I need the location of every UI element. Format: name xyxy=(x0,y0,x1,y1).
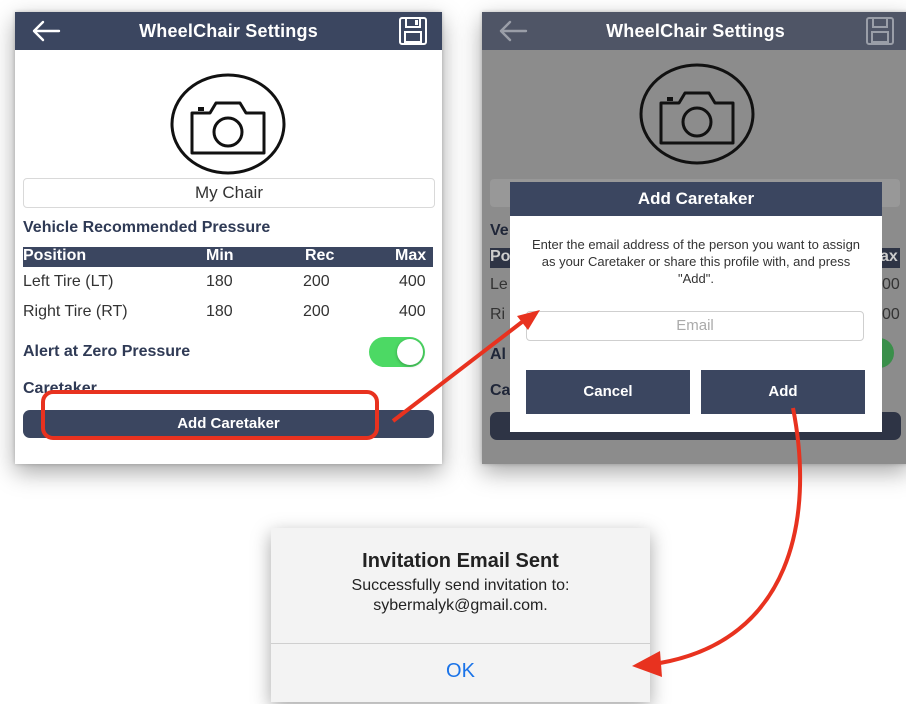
row-max: 400 xyxy=(399,273,426,290)
settings-screen-with-dialog: WheelChair Settings Ve Po ax Le 00 Ri 00… xyxy=(482,12,906,464)
table-row: Right Tire (RT) 180 200 400 xyxy=(23,303,433,325)
save-icon[interactable] xyxy=(398,16,428,46)
chair-name-input[interactable]: My Chair xyxy=(23,178,435,208)
partial-label: ax xyxy=(880,248,898,265)
alert-message-line2: sybermalyk@gmail.com. xyxy=(373,597,548,614)
row-position: Left Tire (LT) xyxy=(23,273,114,290)
row-min: 180 xyxy=(206,303,233,320)
alert-zero-pressure-label: Alert at Zero Pressure xyxy=(23,343,191,360)
page-title: WheelChair Settings xyxy=(606,21,785,41)
row-rec: 200 xyxy=(303,273,330,290)
col-min: Min xyxy=(206,247,234,264)
save-icon[interactable] xyxy=(865,16,895,46)
add-button[interactable]: Add xyxy=(701,370,865,414)
navbar: WheelChair Settings xyxy=(15,12,442,50)
email-input[interactable]: Email xyxy=(526,311,864,341)
row-position: Right Tire (RT) xyxy=(23,303,128,320)
pressure-section-title: Vehicle Recommended Pressure xyxy=(23,219,271,236)
ok-button[interactable]: OK xyxy=(271,660,650,683)
partial-label: Ve xyxy=(490,222,509,239)
alert-message-line1: Successfully send invitation to: xyxy=(351,577,570,594)
row-max: 400 xyxy=(399,303,426,320)
partial-label: Ca xyxy=(490,382,511,399)
partial-label: Al xyxy=(490,346,506,363)
table-row: Left Tire (LT) 180 200 400 xyxy=(23,273,433,295)
toggle-knob xyxy=(397,339,423,365)
invitation-sent-alert: Invitation Email Sent Successfully send … xyxy=(271,528,650,702)
row-min: 180 xyxy=(206,273,233,290)
add-caretaker-dialog: Add Caretaker Enter the email address of… xyxy=(510,182,882,432)
alert-title: Invitation Email Sent xyxy=(362,550,559,572)
page-title: WheelChair Settings xyxy=(139,21,318,41)
partial-label: Po xyxy=(490,248,511,265)
col-rec: Rec xyxy=(305,247,335,264)
alert-zero-pressure-toggle[interactable] xyxy=(369,337,425,367)
dialog-message: Enter the email address of the person yo… xyxy=(531,237,861,286)
pressure-table-header: Position Min Rec Max xyxy=(23,247,433,267)
divider xyxy=(271,643,650,644)
partial-label: Le xyxy=(490,276,508,293)
partial-label: 00 xyxy=(882,276,900,293)
partial-label: Ri xyxy=(490,306,506,323)
camera-icon xyxy=(639,63,755,165)
partial-label: 00 xyxy=(882,306,900,323)
navbar: WheelChair Settings xyxy=(482,12,906,50)
camera-icon[interactable] xyxy=(170,73,286,175)
col-position: Position xyxy=(23,247,87,264)
highlight-box xyxy=(41,390,379,440)
dialog-title: Add Caretaker xyxy=(510,182,882,216)
row-rec: 200 xyxy=(303,303,330,320)
col-max: Max xyxy=(395,247,427,264)
alert-message: Successfully send invitation to: syberma… xyxy=(271,576,650,616)
cancel-button[interactable]: Cancel xyxy=(526,370,690,414)
